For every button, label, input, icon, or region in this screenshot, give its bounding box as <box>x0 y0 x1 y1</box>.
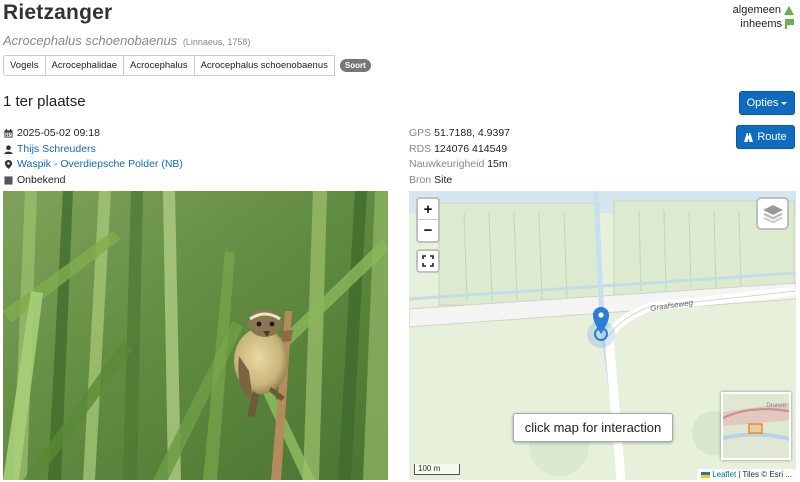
geo-details: GPS 51.7188, 4.9397 RDS 124076 414549 Na… <box>409 126 510 188</box>
scientific-name: Acrocephalus schoenobaenus <box>3 33 178 48</box>
map-minimap[interactable]: Drunen <box>721 392 791 460</box>
options-label: Opties <box>746 97 779 109</box>
taxonomy-breadcrumb: Vogels Acrocephalidae Acrocephalus Acroc… <box>3 55 371 76</box>
caret-down-icon <box>781 101 788 105</box>
detail-datetime: 2025-05-02 09:18 <box>4 126 183 142</box>
detail-sex: Onbekend <box>4 173 183 189</box>
fullscreen-button[interactable] <box>416 249 440 273</box>
map-attribution: Leaflet | Tiles © Esri ... <box>697 469 796 480</box>
origin-label: inheems <box>740 18 782 30</box>
zoom-in-button[interactable]: + <box>418 199 438 220</box>
flag-icon <box>785 19 794 29</box>
rds-value: 124076 414549 <box>434 142 508 155</box>
rarity-badge: algemeen <box>733 3 794 17</box>
fullscreen-icon <box>422 255 434 267</box>
zoom-control: + − <box>416 197 440 243</box>
species-scientific-name: Acrocephalus schoenobaenus (Linnaeus, 17… <box>3 33 250 48</box>
rank-badge: Soort <box>339 59 371 72</box>
taxon-genus[interactable]: Acrocephalus <box>124 55 195 76</box>
status-badges: algemeen inheems <box>733 3 794 31</box>
route-label: Route <box>757 131 787 143</box>
user-icon <box>4 145 13 154</box>
rds-row: RDS 124076 414549 <box>409 142 510 158</box>
detail-location: Waspik - Overdiepsche Polder (NB) <box>4 157 183 173</box>
zoom-out-button[interactable]: − <box>418 220 438 241</box>
map-marker-icon <box>4 160 13 170</box>
origin-badge: inheems <box>733 17 794 31</box>
datetime-value: 2025-05-02 09:18 <box>17 127 100 139</box>
taxon-class[interactable]: Vogels <box>3 55 46 76</box>
observation-details: 2025-05-02 09:18 Thijs Schreuders Waspik… <box>4 126 183 188</box>
route-button[interactable]: Route <box>736 125 795 149</box>
calendar-icon <box>4 129 13 138</box>
leaflet-link[interactable]: Leaflet <box>712 470 736 479</box>
observer-link[interactable]: Thijs Schreuders <box>17 142 96 158</box>
location-link[interactable]: Waspik - Overdiepsche Polder (NB) <box>17 157 183 173</box>
source-label: Bron <box>409 173 432 186</box>
options-button[interactable]: Opties <box>739 91 795 115</box>
gps-label: GPS <box>409 127 432 139</box>
map-container[interactable]: Graafseweg + − click map for interaction… <box>409 191 796 480</box>
ukraine-flag-icon <box>701 471 711 478</box>
observation-photo[interactable] <box>3 191 388 480</box>
accuracy-label: Nauwkeurigheid <box>409 158 485 170</box>
species-authority: (Linnaeus, 1758) <box>182 37 251 47</box>
source-value: Site <box>434 173 453 186</box>
species-common-name: Rietzanger <box>3 1 113 24</box>
gps-value: 51.7188, 4.9397 <box>434 127 511 139</box>
triangle-up-icon <box>784 5 794 15</box>
layers-button[interactable] <box>756 197 789 230</box>
road-icon <box>744 132 754 142</box>
sedge-warbler-photo <box>3 191 388 480</box>
square-icon <box>4 176 13 185</box>
attribution-text: | Tiles © Esri ... <box>738 470 792 479</box>
accuracy-row: Nauwkeurigheid 15m <box>409 157 510 173</box>
rarity-label: algemeen <box>732 4 781 16</box>
minimap-label: Drunen <box>766 403 786 409</box>
map-interaction-overlay[interactable]: click map for interaction <box>513 413 673 442</box>
taxon-family[interactable]: Acrocephalidae <box>45 55 125 76</box>
taxon-species[interactable]: Acrocephalus schoenobaenus <box>194 55 335 76</box>
accuracy-value: 15m <box>487 158 508 170</box>
gps-row: GPS 51.7188, 4.9397 <box>409 126 510 142</box>
map-scale: 100 m <box>414 464 460 475</box>
observation-count: 1 ter plaatse <box>3 93 86 110</box>
layers-icon <box>762 204 783 223</box>
detail-observer: Thijs Schreuders <box>4 142 183 158</box>
rds-label: RDS <box>409 142 432 155</box>
source-row: Bron Site <box>409 173 510 189</box>
sex-value: Onbekend <box>17 173 66 186</box>
